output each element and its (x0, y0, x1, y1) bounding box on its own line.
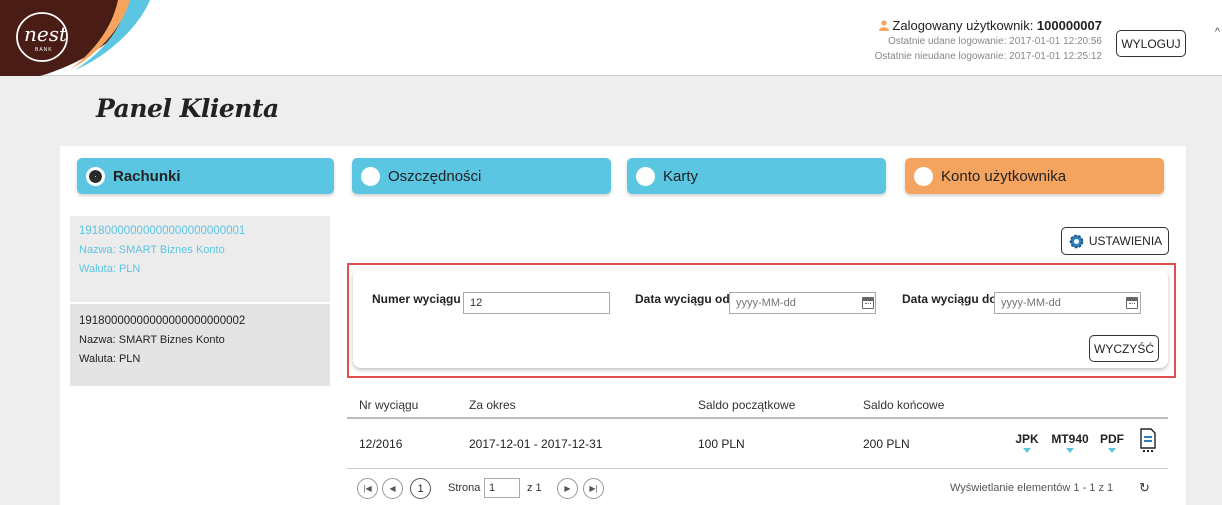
download-pdf[interactable]: PDF (1099, 432, 1125, 453)
logo-subtext: BANK (35, 47, 53, 53)
download-arrow-icon (1108, 448, 1116, 453)
download-arrow-icon (1066, 448, 1074, 453)
download-jpk[interactable]: JPK (1014, 432, 1040, 453)
last-success-login: Ostatnie udane logowanie: 2017-01-01 12:… (887, 36, 1102, 47)
logo-text: nest (24, 22, 68, 46)
download-label: MT940 (1051, 432, 1089, 446)
date-from-input[interactable] (729, 292, 876, 314)
filter-panel (353, 269, 1168, 368)
calendar-icon[interactable] (862, 297, 874, 309)
account-list: 19180000000000000000000001 Nazwa: SMART … (70, 216, 330, 386)
current-page-button[interactable]: 1 (410, 478, 431, 499)
column-header-nr[interactable]: Nr wyciągu (359, 398, 418, 412)
download-arrow-icon (1023, 448, 1031, 453)
calendar-icon[interactable] (1126, 297, 1138, 309)
account-number: 19180000000000000000000001 (79, 225, 246, 237)
refresh-icon[interactable]: ↻ (1139, 480, 1150, 496)
page-label: Strona (448, 482, 481, 494)
settings-label: USTAWIENIA (1088, 234, 1163, 248)
account-currency: Waluta: PLN (79, 263, 141, 275)
statement-number-label: Numer wyciągu (372, 292, 461, 306)
next-page-icon[interactable]: ▶ (557, 478, 578, 499)
cell-nr: 12/2016 (359, 437, 403, 451)
logout-button[interactable]: WYLOGUJ (1116, 30, 1186, 57)
account-item-2[interactable]: 19180000000000000000000002 Nazwa: SMART … (70, 302, 330, 375)
download-label: PDF (1100, 432, 1124, 446)
last-page-icon[interactable]: ▶| (583, 478, 604, 499)
account-currency: Waluta: PLN (79, 353, 141, 365)
user-info: Zalogowany użytkownik: 100000007 Ostatni… (875, 18, 1102, 64)
prev-page-icon[interactable]: ◀ (382, 478, 403, 499)
clear-button[interactable]: WYCZYŚĆ (1089, 335, 1159, 362)
user-icon (879, 20, 890, 31)
first-page-icon[interactable]: |◀ (357, 478, 378, 499)
date-from-label: Data wyciągu od (635, 292, 730, 306)
tab-karty[interactable]: Karty (627, 158, 886, 194)
account-name: Nazwa: SMART Biznes Konto (79, 244, 225, 256)
column-header-period[interactable]: Za okres (469, 398, 516, 412)
last-failed-login: Ostatnie nieudane logowanie: 2017-01-01 … (874, 51, 1102, 62)
scroll-up-icon[interactable]: ^ (1215, 26, 1220, 38)
download-label: JPK (1015, 432, 1039, 446)
user-label: Zalogowany użytkownik: (892, 18, 1037, 33)
radio-icon (914, 166, 933, 186)
gear-icon (1069, 234, 1084, 248)
page-number-input[interactable] (484, 478, 520, 498)
row-divider (347, 468, 1168, 469)
user-id: 100000007 (1036, 18, 1102, 33)
account-number: 19180000000000000000000002 (79, 315, 246, 327)
cell-period: 2017-12-01 - 2017-12-31 (469, 437, 603, 451)
tab-label: Konto użytkownika (941, 167, 1067, 185)
header-divider (347, 417, 1168, 419)
account-item-1[interactable]: 19180000000000000000000001 Nazwa: SMART … (70, 216, 330, 302)
column-header-start-balance[interactable]: Saldo początkowe (698, 398, 795, 412)
document-icon[interactable] (1139, 428, 1157, 452)
tab-label: Oszczędności (388, 167, 482, 185)
logo[interactable]: nest BANK (0, 0, 150, 76)
radio-icon (361, 166, 380, 186)
cell-end-balance: 200 PLN (863, 437, 910, 451)
tab-label: Karty (663, 167, 699, 185)
header: nest BANK Zalogowany użytkownik: 1000000… (0, 0, 1222, 76)
tab-konto-uzytkownika[interactable]: Konto użytkownika (905, 158, 1164, 194)
tab-label: Rachunki (113, 167, 181, 185)
logo-graphic (0, 0, 150, 76)
page-of-label: z 1 (527, 482, 542, 494)
tab-oszczednosci[interactable]: Oszczędności (352, 158, 611, 194)
settings-button[interactable]: USTAWIENIA (1061, 227, 1169, 255)
pager-info: Wyświetlanie elementów 1 - 1 z 1 (950, 482, 1114, 494)
page-title: Panel Klienta (96, 94, 279, 123)
radio-icon (636, 166, 655, 186)
cell-start-balance: 100 PLN (698, 437, 745, 451)
date-to-label: Data wyciągu do (902, 292, 997, 306)
account-name: Nazwa: SMART Biznes Konto (79, 334, 225, 346)
radio-selected-icon (86, 166, 105, 186)
download-mt940[interactable]: MT940 (1050, 432, 1090, 453)
date-to-input[interactable] (994, 292, 1141, 314)
logged-user: Zalogowany użytkownik: 100000007 (875, 18, 1102, 34)
statement-number-input[interactable] (463, 292, 610, 314)
column-header-end-balance[interactable]: Saldo końcowe (863, 398, 944, 412)
tab-rachunki[interactable]: Rachunki (77, 158, 334, 194)
